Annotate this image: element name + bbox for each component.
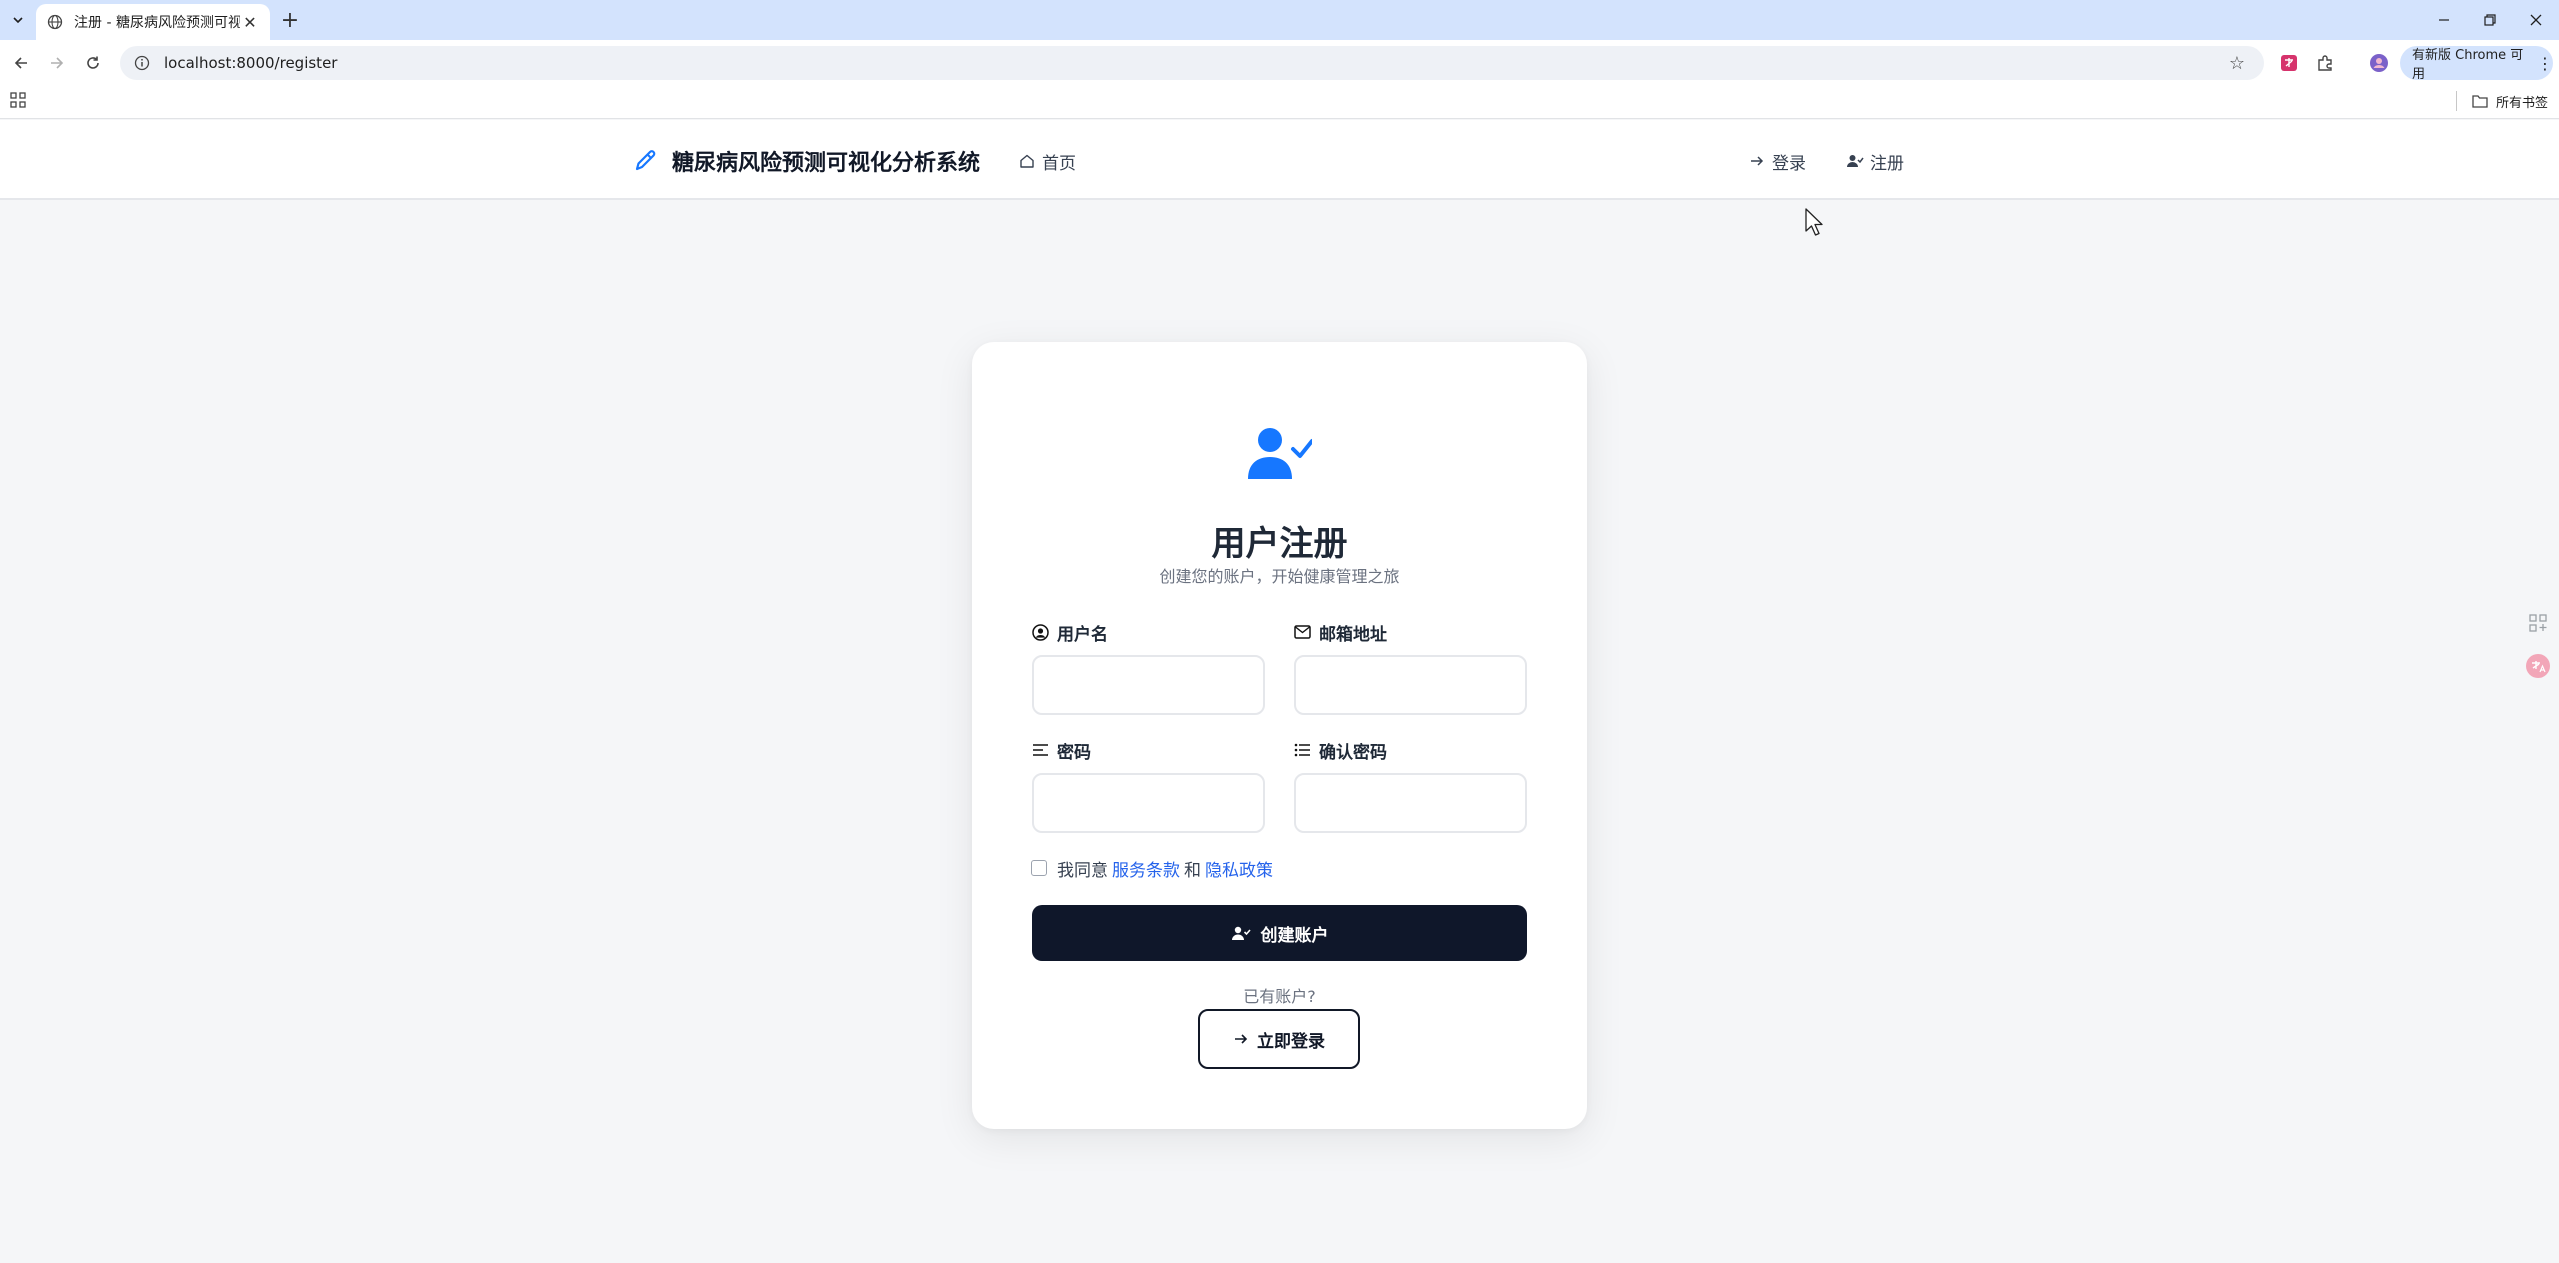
envelope-icon [1293,623,1311,641]
side-translate-icon[interactable] [2521,649,2555,683]
site-brand[interactable]: 糖尿病风险预测可视化分析系统 [632,145,980,177]
translate-extension-icon[interactable] [2276,50,2302,76]
confirm-password-label: 确认密码 [1293,738,1387,763]
reload-icon[interactable] [79,49,107,77]
have-account-text: 已有账户? [1243,987,1316,1006]
site-header [0,120,2559,200]
restore-icon[interactable] [2472,6,2508,34]
side-apps-icon[interactable] [2521,606,2555,640]
new-tab-button[interactable]: + [278,8,302,33]
and-text: 和 [1184,860,1201,881]
agree-prefix: 我同意 [1057,860,1108,881]
bookmarks-bar [0,85,2559,119]
minimize-icon[interactable] [2426,6,2462,34]
arrow-right-icon [1748,152,1766,170]
email-input[interactable] [1294,655,1527,715]
email-label: 邮箱地址 [1293,620,1387,645]
all-bookmarks-button[interactable]: 所有书签 [2472,90,2548,112]
agree-checkbox[interactable] [1031,860,1047,876]
home-icon [1018,152,1036,170]
agree-terms-row: 我同意 服务条款 和 隐私政策 [1031,856,1277,881]
forward-icon[interactable] [43,49,71,77]
address-bar[interactable]: localhost:8000/register [120,46,2264,80]
folder-icon [2472,95,2488,108]
close-tab-icon[interactable]: ✕ [240,12,260,32]
bookmark-star-icon[interactable]: ☆ [2224,50,2250,76]
username-label: 用户名 [1031,620,1108,645]
user-check-icon [1231,923,1251,943]
all-bookmarks-label: 所有书签 [2496,95,2549,111]
nav-login-label: 登录 [1772,153,1806,174]
apps-grid-icon[interactable] [10,92,30,112]
url-text: localhost:8000/register [164,54,338,72]
password-label-text: 密码 [1057,742,1091,763]
globe-icon [46,13,64,31]
bookmarks-divider [2456,91,2457,111]
form-subtitle: 创建您的账户，开始健康管理之旅 [1159,567,1400,586]
pencil-icon [632,147,660,175]
more-menu-icon[interactable]: ⋮ [2537,54,2553,73]
username-label-text: 用户名 [1057,624,1108,645]
lines-icon [1031,741,1049,759]
nav-login-link[interactable]: 登录 [1748,148,1806,174]
privacy-link[interactable]: 隐私政策 [1205,856,1273,881]
create-account-label: 创建账户 [1260,925,1329,946]
user-check-icon [1846,152,1864,170]
tab-search-button[interactable] [6,8,30,32]
site-info-icon[interactable] [132,53,152,73]
confirm-password-label-text: 确认密码 [1319,742,1387,763]
nav-register-link[interactable]: 注册 [1846,148,1904,174]
nav-home-label: 首页 [1042,153,1076,174]
extensions-puzzle-icon[interactable] [2312,50,2338,76]
browser-tab-bar: 注册 - 糖尿病风险预测可视化系统 ✕ + [0,0,2559,40]
update-label: 有新版 Chrome 可用 [2412,48,2524,82]
email-label-text: 邮箱地址 [1319,624,1387,645]
password-label: 密码 [1031,738,1091,763]
password-input[interactable] [1032,773,1265,833]
brand-title: 糖尿病风险预测可视化分析系统 [672,151,981,176]
list-icon [1293,741,1311,759]
form-title: 用户注册 [1211,524,1348,564]
chevron-down-icon [13,17,23,24]
username-input[interactable] [1032,655,1265,715]
create-account-button[interactable]: 创建账户 [1032,905,1527,961]
nav-home-link[interactable]: 首页 [1018,148,1076,174]
user-check-icon [1246,425,1314,481]
profile-avatar-icon[interactable] [2366,50,2392,76]
back-icon[interactable] [7,49,35,77]
login-now-button[interactable]: 立即登录 [1198,1009,1360,1069]
tab-title: 注册 - 糖尿病风险预测可视化系统 [74,15,240,31]
browser-tab-active[interactable]: 注册 - 糖尿病风险预测可视化系统 ✕ [36,4,270,40]
user-circle-icon [1031,623,1049,641]
mouse-cursor-icon [1805,208,1827,238]
close-window-icon[interactable] [2518,6,2554,34]
terms-link[interactable]: 服务条款 [1112,856,1180,881]
chrome-update-button[interactable]: 有新版 Chrome 可用 ⋮ [2400,46,2553,82]
login-now-label: 立即登录 [1257,1031,1325,1052]
confirm-password-input[interactable] [1294,773,1527,833]
arrow-right-icon [1233,1031,1249,1047]
nav-register-label: 注册 [1870,153,1904,174]
